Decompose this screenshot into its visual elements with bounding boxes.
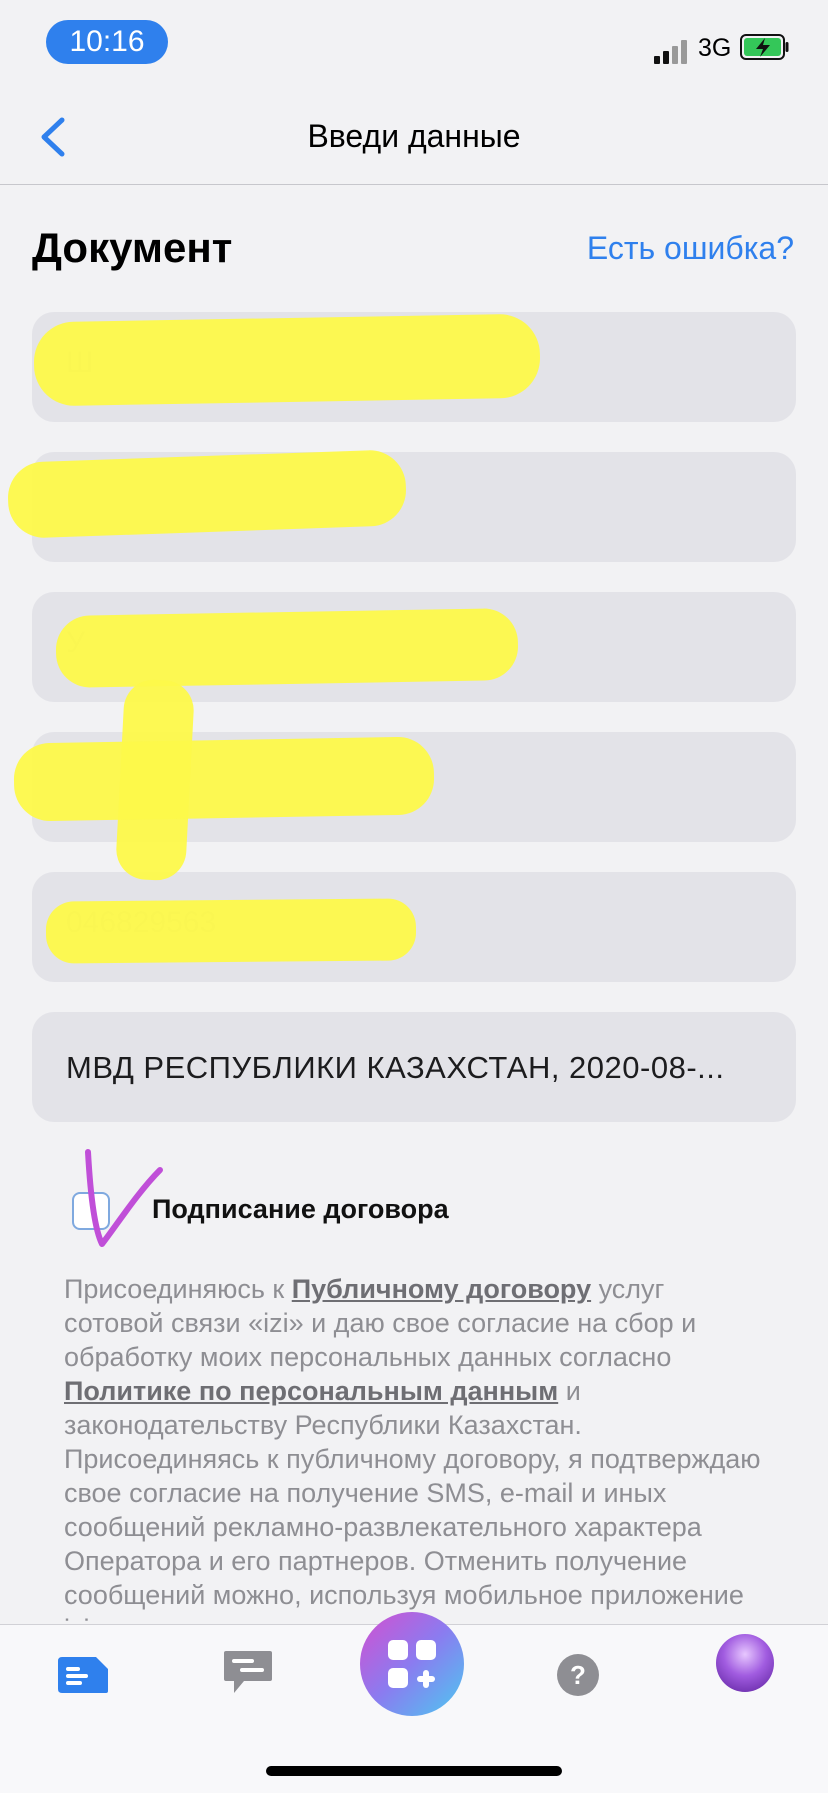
chat-icon[interactable] <box>222 1649 274 1697</box>
signal-icon <box>654 36 690 64</box>
add-apps-button[interactable] <box>360 1612 464 1716</box>
redaction-mark <box>55 607 519 689</box>
help-icon[interactable]: ? <box>556 1653 600 1697</box>
agreement-text-part: и законодательству Республики Казахстан.… <box>64 1376 761 1644</box>
redaction-mark <box>6 449 408 539</box>
status-bar: 10:16 3G <box>0 0 828 90</box>
report-error-link[interactable]: Есть ошибка? <box>587 230 794 267</box>
section-title: Документ <box>32 224 233 271</box>
document-icon[interactable] <box>56 1655 110 1695</box>
avatar[interactable] <box>716 1634 774 1692</box>
network-type: 3G <box>698 34 732 62</box>
nav-header: Введи данные <box>0 90 828 185</box>
redaction-mark <box>45 898 417 964</box>
agreement-text: Присоединяюсь к Публичному договору услу… <box>64 1272 764 1646</box>
field-value: МВД РЕСПУБЛИКИ КАЗАХСТАН, 2020-08-... <box>66 1050 725 1085</box>
consent-row[interactable]: Подписание договора <box>70 1148 770 1247</box>
redaction-mark <box>33 313 541 407</box>
battery-icon <box>740 34 789 60</box>
redaction-mark <box>13 736 435 822</box>
home-indicator <box>266 1766 562 1776</box>
privacy-policy-link[interactable]: Политике по персональным данным <box>64 1376 558 1406</box>
issuer-field[interactable]: МВД РЕСПУБЛИКИ КАЗАХСТАН, 2020-08-... <box>32 1012 796 1122</box>
page-title: Введи данные <box>307 118 521 154</box>
svg-text:?: ? <box>570 1660 586 1690</box>
status-time: 10:16 <box>46 20 168 64</box>
consent-label: Подписание договора <box>152 1194 449 1224</box>
agreement-text-part: Присоединяюсь к <box>64 1274 292 1304</box>
public-contract-link[interactable]: Публичному договору <box>292 1274 591 1304</box>
add-apps-icon <box>388 1640 436 1688</box>
